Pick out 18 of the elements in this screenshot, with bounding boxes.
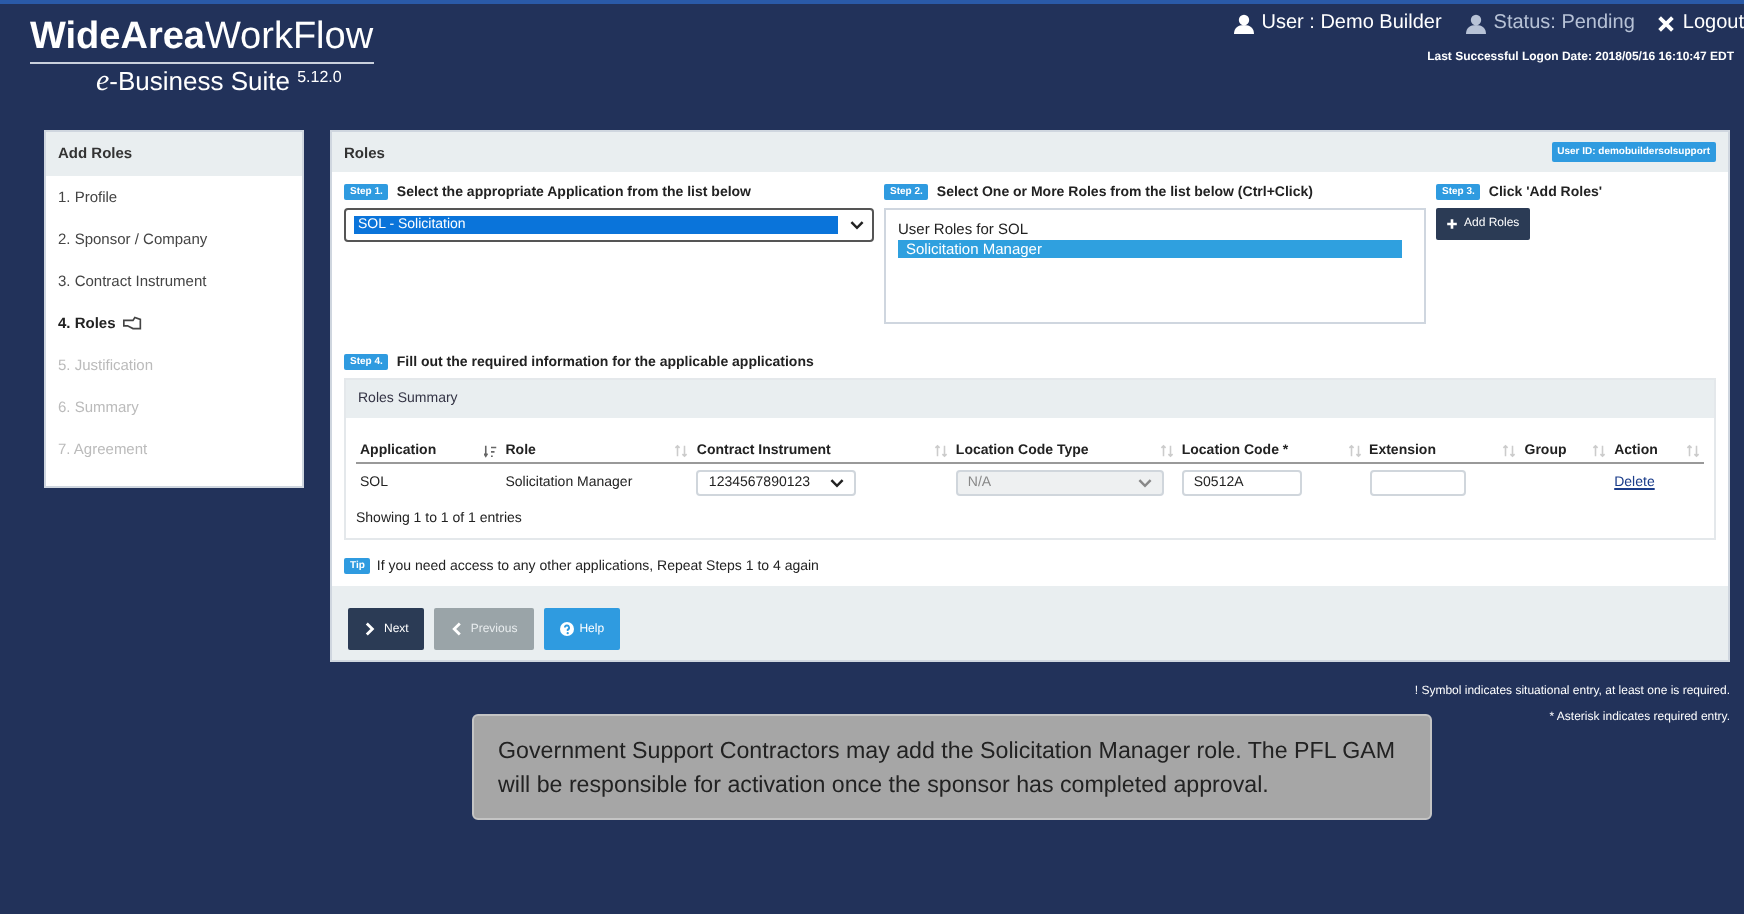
- status-text: Status: Pending: [1493, 12, 1635, 34]
- user-icon: [1465, 13, 1486, 33]
- question-circle-icon: [559, 622, 574, 636]
- chevron-left-icon: [450, 622, 465, 636]
- plus-icon: [1446, 218, 1458, 230]
- product-logo: WideAreaWorkFlow: [30, 16, 374, 64]
- close-icon: [1658, 15, 1675, 31]
- annotation-text: Government Support Contractors may add the Solicitation Manager role. The PFL GAM will be responsible for activation once the sponsor has completed approval.: [498, 736, 1398, 802]
- extension-field[interactable]: [1369, 470, 1466, 496]
- logout-link[interactable]: Logout: [1682, 12, 1744, 34]
- chevron-right-icon: [364, 622, 378, 636]
- pointing-hand-icon: [121, 315, 144, 331]
- chevron-down-icon: [1137, 476, 1152, 490]
- user-icon: [1233, 13, 1254, 33]
- chevron-down-icon: [830, 476, 845, 490]
- user-link[interactable]: User : Demo Builder: [1261, 12, 1442, 34]
- suite-name: e-Business Suite $^{5.12.0}$: [94, 66, 342, 100]
- chevron-down-icon: [850, 218, 864, 232]
